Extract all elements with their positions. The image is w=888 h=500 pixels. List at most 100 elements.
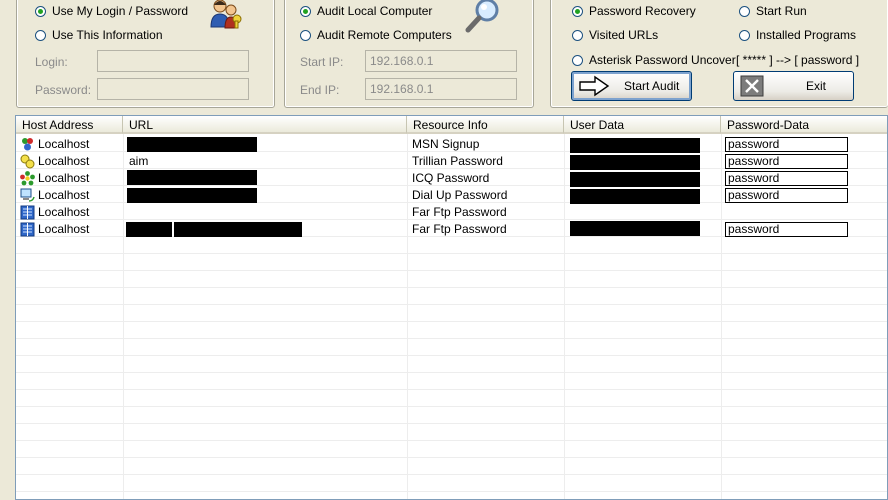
column-gridline bbox=[407, 134, 408, 499]
row-gridline bbox=[16, 304, 887, 305]
cell-host: Localhost bbox=[38, 222, 90, 236]
row-gridline bbox=[16, 457, 887, 458]
redacted-block bbox=[570, 138, 700, 153]
cell-password: password bbox=[725, 137, 848, 152]
start-ip-label: Start IP: bbox=[300, 55, 344, 69]
radio-label: Use My Login / Password bbox=[52, 4, 189, 18]
row-gridline bbox=[16, 491, 887, 492]
radio-label: Audit Local Computer bbox=[317, 4, 433, 18]
redacted-block bbox=[570, 221, 700, 236]
cell-password: password bbox=[725, 171, 848, 186]
radio-dot bbox=[35, 29, 46, 41]
cell-resource: ICQ Password bbox=[412, 171, 490, 185]
cell-password: password bbox=[725, 222, 848, 237]
radio-dot-selected bbox=[300, 5, 311, 17]
redacted-block bbox=[570, 172, 700, 187]
exit-label: Exit bbox=[806, 79, 827, 93]
radio-use-my-login[interactable]: Use My Login / Password bbox=[35, 4, 188, 18]
row-gridline bbox=[16, 372, 887, 373]
radio-installed-programs[interactable]: Installed Programs bbox=[739, 28, 856, 42]
row-gridline bbox=[16, 270, 887, 271]
redacted-block bbox=[570, 189, 700, 204]
radio-dot bbox=[739, 5, 750, 17]
radio-dot bbox=[300, 29, 311, 41]
row-gridline bbox=[16, 389, 887, 390]
arrow-right-icon bbox=[579, 75, 610, 97]
cell-password: password bbox=[725, 188, 848, 203]
results-listview[interactable]: Host Address URL Resource Info User Data… bbox=[15, 115, 888, 500]
listview-header: Host Address URL Resource Info User Data… bbox=[16, 116, 887, 134]
radio-start-run[interactable]: Start Run bbox=[739, 4, 807, 18]
row-gridline bbox=[16, 423, 887, 424]
end-ip-input[interactable] bbox=[365, 78, 517, 100]
cell-password: password bbox=[725, 154, 848, 169]
cell-host: Localhost bbox=[38, 137, 90, 151]
end-ip-label: End IP: bbox=[300, 83, 340, 97]
trillian-icon bbox=[20, 154, 35, 169]
column-header-host[interactable]: Host Address bbox=[16, 116, 123, 134]
radio-password-recovery[interactable]: Password Recovery bbox=[572, 4, 696, 18]
radio-label: Asterisk Password Uncover bbox=[589, 53, 736, 67]
row-gridline bbox=[16, 321, 887, 322]
start-audit-button[interactable]: Start Audit bbox=[571, 71, 692, 101]
cell-host: Localhost bbox=[38, 154, 90, 168]
column-header-user-data[interactable]: User Data bbox=[564, 116, 721, 134]
cell-resource: Far Ftp Password bbox=[412, 222, 507, 236]
column-header-resource[interactable]: Resource Info bbox=[407, 116, 564, 134]
login-options-panel: Use My Login / Password Use This Informa… bbox=[16, 0, 275, 108]
icq-flower-icon bbox=[20, 171, 35, 186]
column-gridline bbox=[721, 134, 722, 499]
column-header-password-data[interactable]: Password-Data bbox=[721, 116, 887, 134]
cell-host: Localhost bbox=[38, 188, 90, 202]
redacted-block bbox=[174, 222, 302, 237]
login-input[interactable] bbox=[97, 50, 249, 72]
radio-asterisk-password-uncover[interactable]: Asterisk Password Uncover bbox=[572, 53, 736, 67]
row-gridline bbox=[16, 406, 887, 407]
audit-mode-panel: Password Recovery Start Run Visited URLs… bbox=[550, 0, 888, 108]
row-gridline bbox=[16, 355, 887, 356]
radio-label: Password Recovery bbox=[589, 4, 696, 18]
row-gridline bbox=[16, 287, 887, 288]
exit-button[interactable]: Exit bbox=[733, 71, 854, 101]
row-gridline bbox=[16, 253, 887, 254]
asterisk-hint: [ ***** ] --> [ password ] bbox=[736, 53, 860, 67]
cell-resource: Trillian Password bbox=[412, 154, 503, 168]
cell-url: aim bbox=[129, 154, 149, 168]
cell-resource: Dial Up Password bbox=[412, 188, 508, 202]
magnifier-icon bbox=[465, 0, 499, 33]
audit-target-panel: Audit Local Computer Audit Remote Comput… bbox=[284, 0, 534, 108]
users-key-icon bbox=[210, 0, 242, 29]
radio-label: Visited URLs bbox=[589, 28, 659, 42]
radio-label: Audit Remote Computers bbox=[317, 28, 452, 42]
start-ip-input[interactable] bbox=[365, 50, 517, 72]
radio-label: Use This Information bbox=[52, 28, 163, 42]
radio-dot-selected bbox=[35, 5, 46, 17]
login-label: Login: bbox=[35, 55, 68, 69]
column-header-url[interactable]: URL bbox=[123, 116, 407, 134]
radio-dot bbox=[572, 54, 583, 66]
far-ftp-icon bbox=[20, 222, 35, 237]
start-audit-label: Start Audit bbox=[624, 79, 680, 93]
redacted-block bbox=[127, 170, 257, 185]
redacted-block bbox=[126, 222, 172, 237]
cell-resource: MSN Signup bbox=[412, 137, 480, 151]
radio-dot bbox=[572, 29, 583, 41]
password-input[interactable] bbox=[97, 78, 249, 100]
radio-use-this-information[interactable]: Use This Information bbox=[35, 28, 163, 42]
far-ftp-icon bbox=[20, 205, 35, 220]
radio-visited-urls[interactable]: Visited URLs bbox=[572, 28, 658, 42]
radio-audit-remote[interactable]: Audit Remote Computers bbox=[300, 28, 452, 42]
radio-dot-selected bbox=[572, 5, 583, 17]
redacted-block bbox=[127, 188, 257, 203]
msn-people-icon bbox=[22, 138, 33, 151]
row-gridline bbox=[16, 440, 887, 441]
column-gridline bbox=[123, 134, 124, 499]
redacted-block bbox=[570, 155, 700, 170]
radio-label: Installed Programs bbox=[756, 28, 857, 42]
password-label: Password: bbox=[35, 83, 92, 97]
radio-audit-local[interactable]: Audit Local Computer bbox=[300, 4, 432, 18]
redacted-block bbox=[127, 137, 257, 152]
cell-host: Localhost bbox=[38, 171, 90, 185]
cell-host: Localhost bbox=[38, 205, 90, 219]
close-x-icon bbox=[740, 75, 764, 97]
